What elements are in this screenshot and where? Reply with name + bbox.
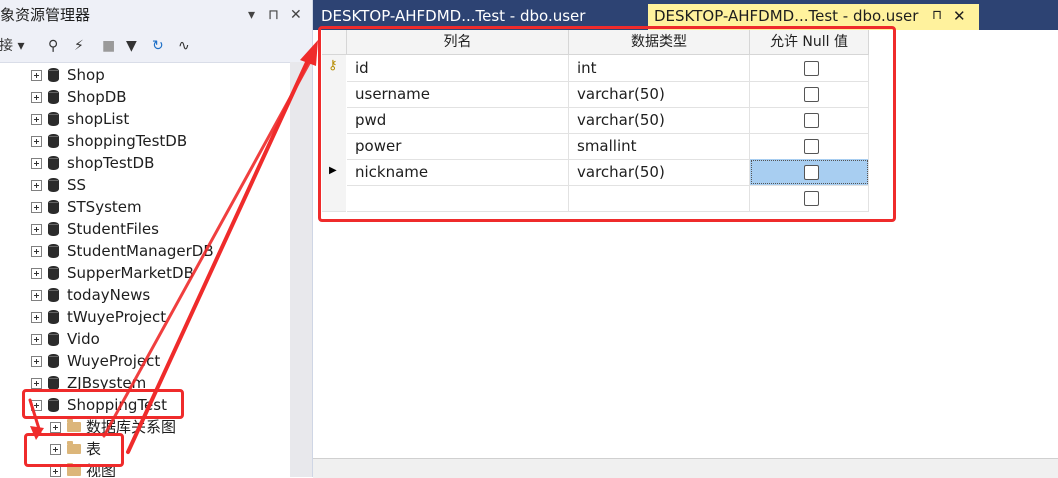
row-selector[interactable]: ▶ [322, 159, 346, 186]
row-selector[interactable] [322, 107, 346, 134]
annotation-arrows [28, 40, 318, 454]
row-selector[interactable] [322, 185, 346, 212]
row-selector[interactable]: ⚷ [322, 55, 346, 82]
primary-key-icon: ⚷ [328, 58, 338, 73]
annotation-arrow-line-long [126, 56, 311, 454]
annotation-arrow-head-down [30, 426, 44, 440]
current-row-icon: ▶ [329, 165, 337, 176]
row-selector[interactable] [322, 133, 346, 160]
row-selector[interactable] [322, 81, 346, 108]
annotation-arrow-line-diagonal [102, 56, 314, 438]
